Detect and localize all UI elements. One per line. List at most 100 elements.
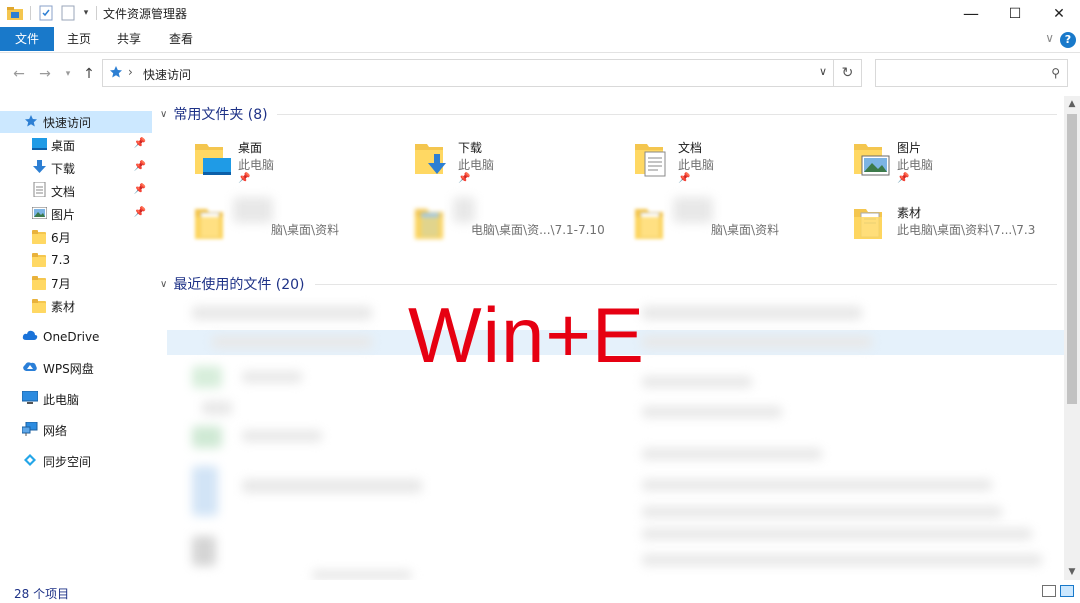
sidebar-item-label: 快速访问 (43, 115, 92, 130)
address-history-dropdown-icon[interactable]: ∨ (819, 65, 827, 78)
breadcrumb-chevron-icon[interactable]: › (128, 65, 133, 79)
tab-home[interactable]: 主页 (60, 27, 98, 51)
sidebar-item-pictures[interactable]: 图片 📌 (0, 203, 152, 225)
up-arrow-icon[interactable]: ↑ (80, 64, 98, 84)
recent-file-row[interactable] (312, 570, 412, 580)
recent-file-row[interactable] (212, 336, 372, 348)
scrollbar-thumb[interactable] (1067, 114, 1077, 404)
sync-icon (22, 453, 38, 470)
group-title: 最近使用的文件 (20) (173, 277, 305, 293)
recent-file-path (642, 479, 992, 491)
folder-icon (193, 203, 233, 243)
tab-view[interactable]: 查看 (162, 27, 200, 51)
folder-tile-blurred-1[interactable]: 脑\桌面\资料 (193, 197, 403, 259)
frequent-folders-header[interactable]: ∨ 常用文件夹 (8) (160, 104, 268, 124)
search-input[interactable]: ⚲ (875, 59, 1068, 87)
sidebar-item-label: 7月 (51, 276, 71, 291)
tab-share[interactable]: 共享 (110, 27, 148, 51)
sidebar-item-sync-space[interactable]: 同步空间 (0, 450, 152, 472)
desktop-icon (32, 137, 47, 153)
back-arrow-icon[interactable]: ← (10, 64, 28, 84)
recent-file-row[interactable] (242, 430, 322, 442)
sidebar-item-label: 此电脑 (43, 392, 80, 407)
recent-files-header[interactable]: ∨ 最近使用的文件 (20) (160, 274, 305, 294)
recent-file-path (642, 506, 1002, 518)
pin-icon[interactable]: 📌 (134, 184, 146, 195)
sidebar-item-label: 7.3 (51, 253, 71, 267)
desktop-folder-icon (193, 138, 233, 178)
sidebar-item-label: 6月 (51, 230, 71, 245)
folder-icon (633, 203, 673, 243)
expand-ribbon-icon[interactable]: ∨ (1045, 31, 1054, 45)
vertical-scrollbar[interactable]: ▲ ▼ (1064, 96, 1080, 580)
new-folder-icon[interactable] (60, 4, 76, 22)
sidebar-item-downloads[interactable]: 下载 📌 (0, 157, 152, 179)
tile-path: 此电脑 (458, 158, 495, 172)
pin-icon[interactable]: 📌 (134, 138, 146, 149)
sidebar-item-folder-sucai[interactable]: 素材 (0, 295, 152, 317)
scroll-down-icon[interactable]: ▼ (1067, 567, 1077, 577)
sidebar-item-folder-7yue[interactable]: 7月 (0, 272, 152, 294)
sidebar-item-network[interactable]: 网络 (0, 419, 152, 441)
recent-file-row[interactable] (242, 479, 422, 493)
forward-arrow-icon[interactable]: → (36, 64, 54, 84)
status-bar: 28 个项目 (0, 580, 1080, 603)
collapse-chevron-icon[interactable]: ∨ (160, 279, 167, 290)
collapse-chevron-icon[interactable]: ∨ (160, 109, 167, 120)
sidebar-item-label: 文档 (51, 184, 76, 199)
tab-file[interactable]: 文件 (0, 27, 54, 51)
folder-icon (32, 230, 46, 244)
folder-tile-blurred-2[interactable]: 电脑\桌面\资...\7.1-7.10 (413, 197, 623, 259)
details-view-icon[interactable] (1042, 585, 1056, 597)
sidebar-item-quick-access[interactable]: 快速访问 (0, 111, 152, 133)
close-button[interactable]: ✕ (1036, 0, 1080, 27)
folder-icon (852, 203, 892, 243)
sidebar-item-onedrive[interactable]: OneDrive (0, 326, 152, 348)
sidebar-item-folder-6yue[interactable]: 6月 (0, 226, 152, 248)
folder-tile-pictures[interactable]: 图片 此电脑 📌 (852, 138, 1062, 194)
breadcrumb-location[interactable]: 快速访问 (143, 66, 191, 83)
folder-tile-sucai[interactable]: 素材 此电脑\桌面\资料\7...\7.3 (852, 203, 1062, 259)
sidebar-item-label: 下载 (51, 161, 76, 176)
sidebar-item-desktop[interactable]: 桌面 📌 (0, 134, 152, 156)
pin-icon[interactable]: 📌 (897, 173, 909, 184)
large-icons-view-icon[interactable] (1060, 585, 1074, 597)
window-title: 文件资源管理器 (103, 7, 188, 21)
customize-toolbar-icon[interactable]: ▾ (80, 4, 92, 22)
minimize-button[interactable]: — (948, 0, 994, 27)
maximize-button[interactable]: ☐ (992, 0, 1038, 27)
address-bar[interactable]: › 快速访问 ∨ (102, 59, 834, 87)
recent-file-row[interactable] (192, 306, 372, 320)
navigation-pane: 快速访问 桌面 📌 下载 📌 文档 📌 图片 📌 6月 7.3 7月 素材 On… (0, 104, 152, 580)
properties-icon[interactable] (38, 4, 54, 22)
refresh-button[interactable]: ↻ (834, 59, 862, 87)
sidebar-item-documents[interactable]: 文档 📌 (0, 180, 152, 202)
computer-icon (21, 390, 39, 408)
recent-locations-icon[interactable]: ▾ (62, 64, 74, 84)
sidebar-item-wps-cloud[interactable]: WPS网盘 (0, 357, 152, 379)
pin-icon[interactable]: 📌 (134, 207, 146, 218)
overlay-shortcut-caption: Win+E (408, 291, 645, 379)
file-icon (192, 466, 218, 516)
folder-tile-desktop[interactable]: 桌面 此电脑 📌 (193, 138, 403, 194)
help-button[interactable]: ? (1060, 32, 1076, 48)
pin-icon[interactable]: 📌 (678, 173, 690, 184)
search-icon: ⚲ (1051, 66, 1060, 80)
explorer-app-icon[interactable] (6, 4, 24, 22)
pin-icon[interactable]: 📌 (238, 173, 250, 184)
document-icon (32, 181, 47, 200)
group-divider (277, 114, 1057, 115)
sidebar-item-folder-7-3[interactable]: 7.3 (0, 249, 152, 271)
sidebar-item-this-pc[interactable]: 此电脑 (0, 388, 152, 410)
tile-path: 此电脑 (678, 158, 715, 172)
sidebar-item-label: 桌面 (51, 138, 76, 153)
folder-tile-blurred-3[interactable]: 脑\桌面\资料 (633, 197, 843, 259)
folder-tile-documents[interactable]: 文档 此电脑 📌 (633, 138, 843, 194)
pin-icon[interactable]: 📌 (134, 161, 146, 172)
recent-file-row[interactable] (202, 401, 232, 415)
pin-icon[interactable]: 📌 (458, 173, 470, 184)
recent-file-row[interactable] (242, 371, 302, 383)
file-icon (192, 536, 216, 566)
folder-tile-downloads[interactable]: 下载 此电脑 📌 (413, 138, 623, 194)
scroll-up-icon[interactable]: ▲ (1067, 99, 1077, 109)
